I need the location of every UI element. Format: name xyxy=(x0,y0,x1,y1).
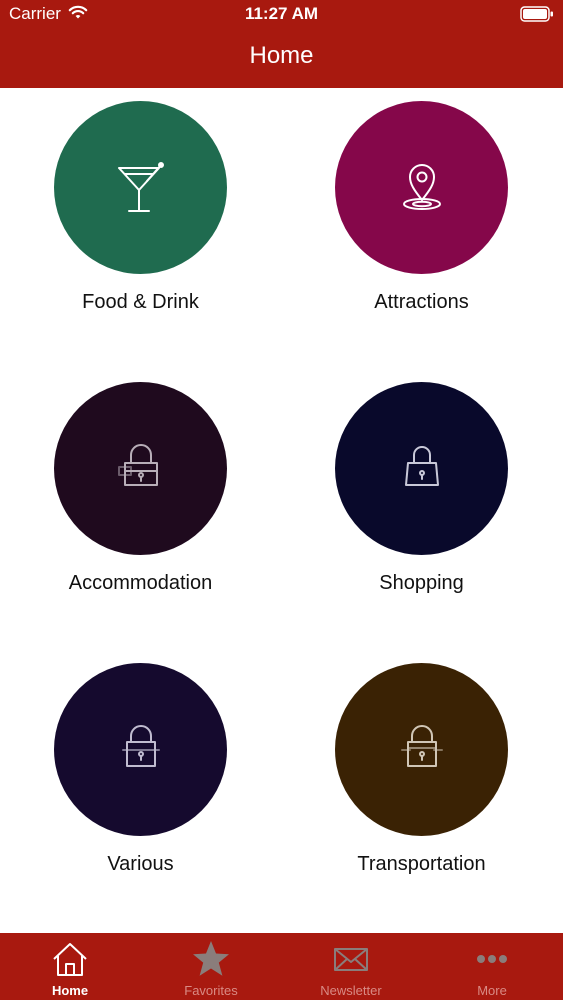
category-label: Transportation xyxy=(357,853,486,875)
category-tile-attractions[interactable]: Attractions xyxy=(281,88,562,369)
tab-more[interactable]: More xyxy=(422,933,562,1000)
clock-label: 11:27 AM xyxy=(244,4,319,23)
category-tile-various[interactable]: Various xyxy=(0,650,281,931)
navigation-header: Carrier 11:27 AM Home xyxy=(0,0,563,88)
tab-label: Home xyxy=(51,983,89,998)
envelope-icon xyxy=(334,948,368,971)
cocktail-icon xyxy=(117,161,164,212)
category-tile-food-drink[interactable]: Food & Drink xyxy=(0,88,281,369)
status-bar: Carrier 11:27 AM xyxy=(0,0,563,30)
bag-icon xyxy=(400,724,443,767)
tab-bar: Home Favorites Newsletter More xyxy=(0,933,563,1000)
tab-newsletter[interactable]: Newsletter xyxy=(281,933,421,1000)
tab-favorites[interactable]: Favorites xyxy=(141,933,281,1000)
home-icon xyxy=(53,943,87,976)
category-label: Food & Drink xyxy=(82,291,199,313)
category-tile-accommodation[interactable]: Accommodation xyxy=(0,369,281,650)
category-circle xyxy=(54,101,227,274)
category-label: Attractions xyxy=(374,291,469,313)
page-title: Home xyxy=(249,42,314,69)
battery-icon xyxy=(520,6,553,22)
category-label: Shopping xyxy=(379,572,464,594)
category-circle xyxy=(335,663,508,836)
category-label: Accommodation xyxy=(68,572,213,594)
bag-icon xyxy=(404,445,439,486)
category-circle xyxy=(54,382,227,555)
bag-icon xyxy=(117,443,158,486)
category-label: Various xyxy=(107,853,174,875)
more-dots-icon xyxy=(477,955,507,963)
star-icon xyxy=(193,941,229,976)
category-tile-shopping[interactable]: Shopping xyxy=(281,369,562,650)
tab-label: More xyxy=(477,983,507,998)
bag-icon xyxy=(121,724,160,767)
category-tile-transportation[interactable]: Transportation xyxy=(281,650,562,931)
tab-home[interactable]: Home xyxy=(0,933,140,1000)
category-grid: Food & Drink Attractions Accommodation S… xyxy=(0,88,563,933)
category-circle xyxy=(54,663,227,836)
tab-label: Newsletter xyxy=(320,983,382,998)
map-pin-icon xyxy=(402,163,441,210)
category-circle xyxy=(335,101,508,274)
category-circle xyxy=(335,382,508,555)
tab-label: Favorites xyxy=(184,983,238,998)
